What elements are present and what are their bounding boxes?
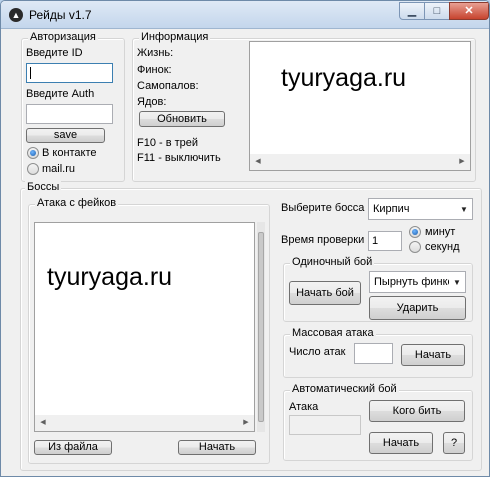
radio-seconds-label: секунд (425, 241, 460, 253)
mass-attack-legend: Массовая атака (290, 327, 376, 339)
auto-attack-field (289, 415, 361, 435)
auto-fight-start-button[interactable]: Начать (369, 432, 433, 454)
log-watermark-text: tyuryaga.ru (47, 263, 173, 291)
radio-minutes[interactable] (409, 226, 421, 238)
fake-attack-legend: Атака с фейков (35, 197, 119, 209)
check-time-label: Время проверки (281, 234, 365, 246)
finok-label: Финок: (137, 64, 172, 76)
radio-vkontakte[interactable] (27, 147, 39, 159)
preview-horizontal-scrollbar[interactable]: ◀ ▶ (250, 154, 470, 170)
from-file-button[interactable]: Из файла (34, 440, 112, 455)
check-time-input[interactable]: 1 (368, 231, 402, 251)
mass-attack-start-button[interactable]: Начать (401, 344, 465, 366)
info-preview-box[interactable]: tyuryaga.ru ◀ ▶ (249, 41, 471, 171)
boss-select-value: Кирпич (373, 203, 410, 215)
weapon-select-value: Пырнуть финко (374, 276, 454, 288)
hit-button[interactable]: Ударить (369, 296, 466, 320)
scroll-right-icon[interactable]: ▶ (238, 415, 254, 431)
radio-seconds[interactable] (409, 241, 421, 253)
samopal-label: Самопалов: (137, 80, 199, 92)
chevron-down-icon: ▼ (460, 205, 468, 214)
attack-count-input[interactable] (354, 343, 393, 364)
scroll-left-icon[interactable]: ◀ (35, 415, 51, 431)
start-fight-button[interactable]: Начать бой (289, 281, 361, 305)
scroll-left-icon[interactable]: ◀ (250, 154, 266, 170)
radio-minutes-label: минут (425, 226, 456, 238)
title-bar[interactable]: ▲ Рейды v1.7 ▁ □ ✕ (1, 1, 489, 29)
hotkey-tray-text: F10 - в трей (137, 137, 199, 149)
weapon-select[interactable]: Пырнуть финко ▼ (369, 271, 466, 293)
who-to-hit-button[interactable]: Кого бить (369, 400, 465, 422)
chevron-down-icon: ▼ (449, 272, 465, 292)
radio-mailru-label: mail.ru (42, 163, 76, 175)
single-fight-legend: Одиночный бой (290, 256, 375, 268)
window-title: Рейды v1.7 (29, 8, 92, 22)
help-button[interactable]: ? (443, 432, 465, 454)
bosses-legend: Боссы (25, 181, 62, 193)
auth-label: Введите Auth (26, 88, 95, 100)
id-input[interactable] (26, 63, 113, 83)
save-button[interactable]: save (26, 128, 105, 143)
log-horizontal-scrollbar[interactable]: ◀ ▶ (35, 415, 254, 431)
yad-label: Ядов: (137, 96, 167, 108)
log-scroll-thumb[interactable] (258, 232, 264, 422)
fake-attack-log[interactable]: tyuryaga.ru ◀ ▶ (34, 222, 255, 432)
radio-vkontakte-label: В контакте (42, 147, 97, 159)
auth-legend: Авторизация (28, 31, 98, 43)
auto-fight-legend: Автоматический бой (290, 383, 399, 395)
app-icon: ▲ (9, 8, 23, 22)
hotkey-exit-text: F11 - выключить (137, 152, 221, 164)
info-legend: Информация (139, 31, 211, 43)
auto-attack-label: Атака (289, 401, 319, 413)
minimize-button[interactable]: ▁ (399, 2, 425, 20)
life-label: Жизнь: (137, 47, 174, 59)
choose-boss-label: Выберите босса (281, 202, 365, 214)
id-label: Введите ID (26, 47, 83, 59)
scroll-right-icon[interactable]: ▶ (454, 154, 470, 170)
maximize-button[interactable]: □ (424, 2, 450, 20)
auth-input[interactable] (26, 104, 113, 124)
radio-mailru[interactable] (27, 163, 39, 175)
refresh-button[interactable]: Обновить (139, 111, 225, 127)
preview-watermark-text: tyuryaga.ru (281, 64, 407, 92)
attack-count-label: Число атак (289, 346, 346, 358)
log-vertical-scrollbar[interactable] (257, 222, 265, 432)
close-button[interactable]: ✕ (449, 2, 489, 20)
boss-select[interactable]: Кирпич ▼ (368, 198, 473, 220)
main-window: ▲ Рейды v1.7 ▁ □ ✕ Авторизация Введите I… (0, 0, 490, 477)
fake-attack-start-button[interactable]: Начать (178, 440, 256, 455)
